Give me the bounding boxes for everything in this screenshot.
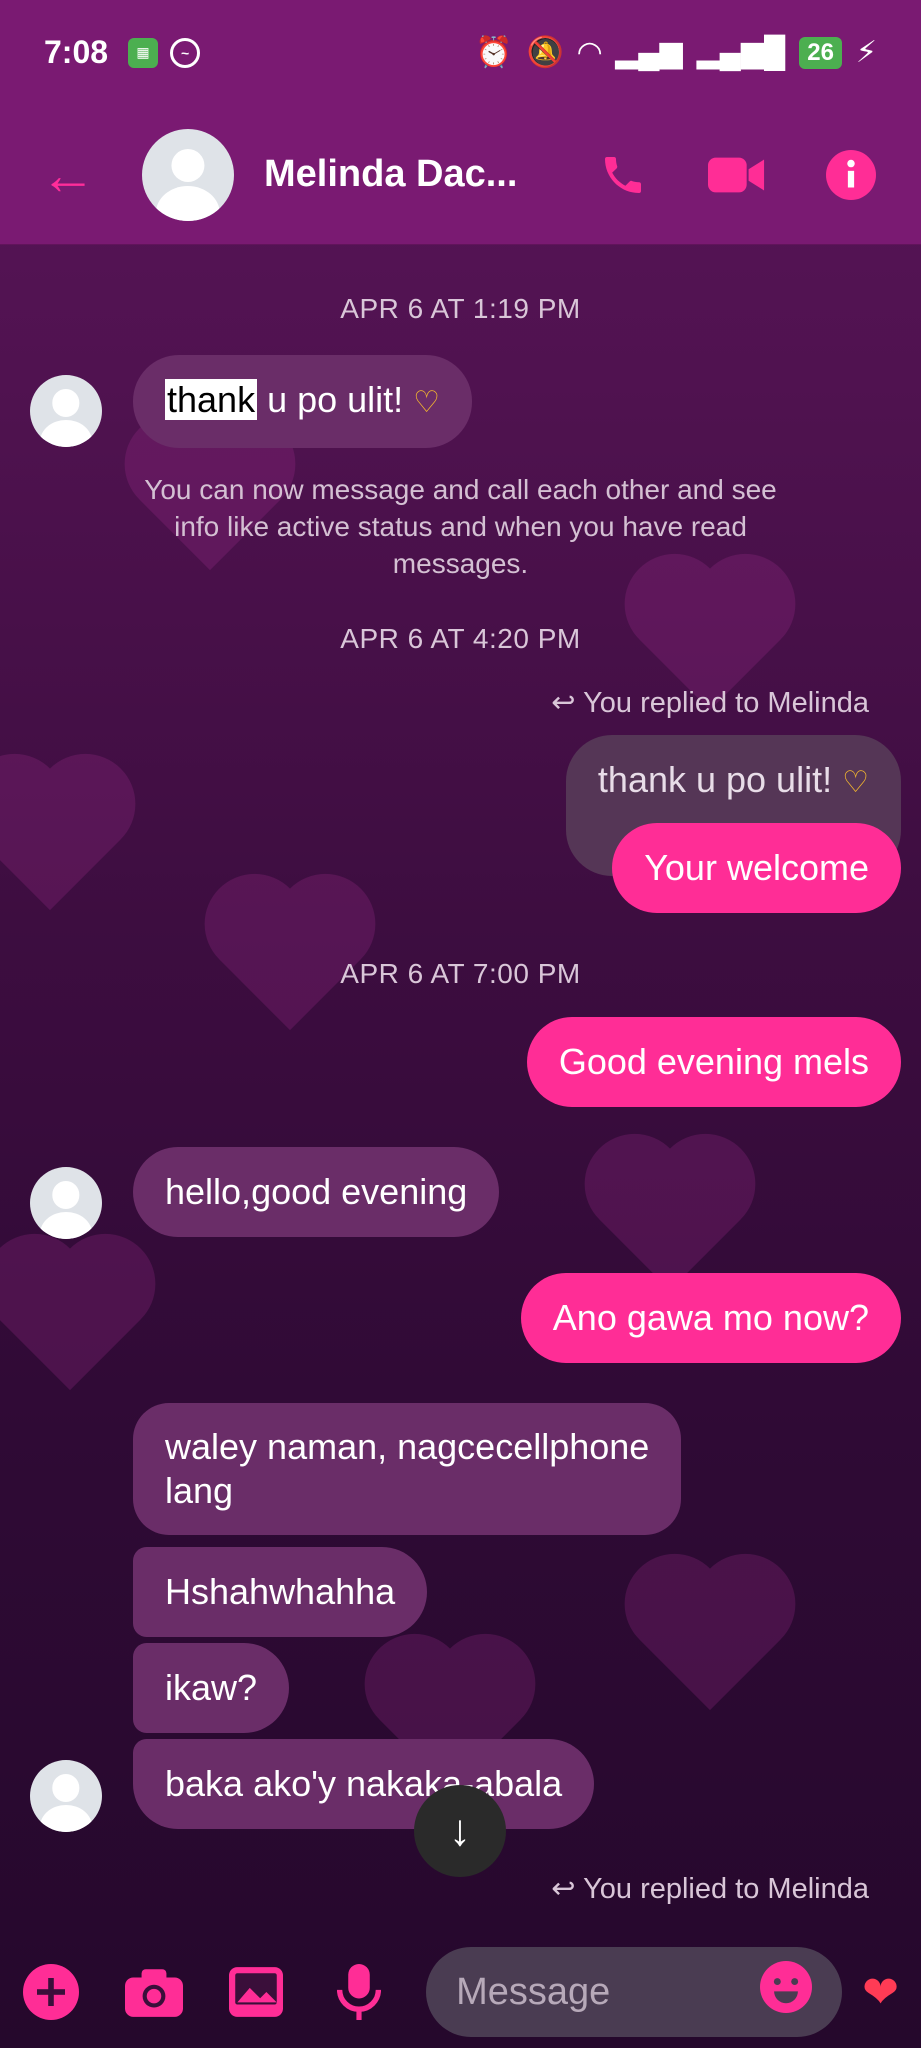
- scroll-down-icon[interactable]: ↓: [414, 1785, 506, 1877]
- hearts-icon[interactable]: ❤: [862, 1967, 899, 2018]
- wifi-icon: ◠: [578, 36, 602, 69]
- info-icon[interactable]: [821, 145, 881, 205]
- back-arrow-icon[interactable]: ←: [40, 142, 110, 207]
- highlighted-text: thank: [165, 379, 258, 420]
- timestamp: APR 6 AT 7:00 PM: [340, 958, 581, 989]
- quoted-text: thank u po ulit!: [597, 759, 843, 800]
- messenger-screen: 7:08 ▦ ~ ⏰ 🔕 ◠ ▂▄▆ ▂▄▆█ 26 ⚡ ← Melinda D…: [0, 0, 921, 2048]
- incoming-message[interactable]: Hshahwhahha: [133, 1547, 428, 1637]
- message-placeholder: Message: [456, 1970, 611, 2013]
- contact-name[interactable]: Melinda Dac...: [264, 153, 539, 196]
- system-notice: You can now message and call each other …: [144, 474, 777, 579]
- outgoing-message[interactable]: Ano gawa mo now?: [520, 1273, 901, 1363]
- app-notification-icon: ▦: [128, 37, 159, 68]
- incoming-message[interactable]: thank u po ulit! ♡: [133, 355, 473, 448]
- avatar[interactable]: [30, 1167, 102, 1239]
- incoming-message[interactable]: baka ako'y nakaka-abala: [133, 1739, 595, 1829]
- timestamp: APR 6 AT 1:19 PM: [340, 293, 581, 324]
- status-time: 7:08: [44, 34, 109, 70]
- timestamp: APR 6 AT 4:20 PM: [340, 623, 581, 654]
- reply-label: ↩ You replied to Melinda: [551, 685, 869, 720]
- avatar[interactable]: [142, 128, 234, 221]
- heart-hands-icon: ♡: [842, 766, 869, 799]
- heart-hands-icon: ♡: [413, 386, 441, 419]
- incoming-message[interactable]: waley naman, nagcecellphone lang: [133, 1403, 682, 1535]
- reply-arrow-icon: ↩: [551, 687, 584, 719]
- charging-icon: ⚡: [855, 36, 877, 69]
- message-list[interactable]: APR 6 AT 1:19 PM thank u po ulit! ♡ You …: [0, 245, 921, 2048]
- reply-label-text: You replied to Melinda: [583, 687, 869, 719]
- emoji-icon[interactable]: [760, 1961, 813, 2023]
- message-text: u po ulit!: [257, 379, 414, 420]
- plus-icon[interactable]: [22, 1962, 81, 2022]
- outgoing-message[interactable]: Your welcome: [612, 823, 901, 913]
- incoming-message[interactable]: hello,good evening: [133, 1147, 500, 1237]
- status-icons: ⏰ 🔕 ◠ ▂▄▆ ▂▄▆█ 26 ⚡: [475, 35, 877, 70]
- phone-icon[interactable]: [593, 145, 653, 205]
- message-line: waley naman, nagcecellphone: [165, 1426, 650, 1467]
- incoming-message[interactable]: ikaw?: [133, 1643, 290, 1733]
- reply-arrow-icon: ↩: [551, 1873, 584, 1905]
- reply-label: ↩ You replied to Melinda: [551, 1871, 869, 1906]
- status-bar: 7:08 ▦ ~ ⏰ 🔕 ◠ ▂▄▆ ▂▄▆█ 26 ⚡: [0, 0, 921, 105]
- signal-icon-2: ▂▄▆█: [696, 36, 786, 69]
- message-line: lang: [165, 1470, 234, 1511]
- reply-label-text: You replied to Melinda: [583, 1873, 869, 1905]
- video-icon[interactable]: [707, 145, 767, 205]
- chat-header: ← Melinda Dac...: [0, 105, 921, 245]
- message-input[interactable]: Message: [426, 1947, 843, 2037]
- avatar[interactable]: [30, 375, 102, 447]
- outgoing-message[interactable]: Good evening mels: [526, 1017, 901, 1107]
- avatar[interactable]: [30, 1760, 102, 1832]
- camera-icon[interactable]: [124, 1962, 184, 2022]
- mute-icon: 🔕: [526, 36, 565, 69]
- signal-icon: ▂▄▆: [615, 36, 683, 69]
- alarm-icon: ⏰: [475, 36, 513, 69]
- gallery-icon[interactable]: [227, 1962, 286, 2022]
- messenger-notification-icon: ~: [170, 37, 201, 68]
- mic-icon[interactable]: [330, 1962, 389, 2022]
- composer-bar: Message ❤: [0, 1936, 921, 2048]
- battery-indicator: 26: [799, 36, 842, 69]
